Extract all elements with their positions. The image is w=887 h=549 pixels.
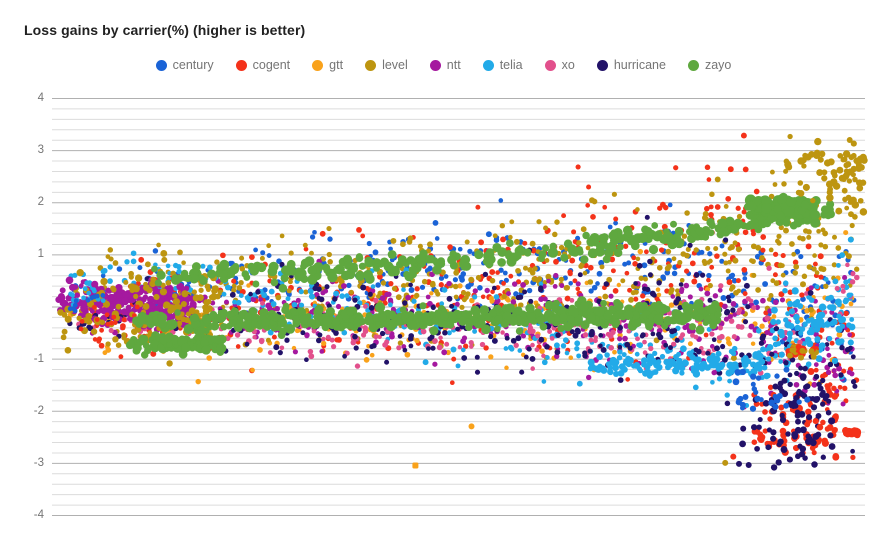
plot-area: 4 3 2 1 -1 -2 -3 -4 [0, 0, 887, 549]
chart-container: Loss gains by carrier(%) (higher is bett… [0, 0, 887, 549]
y-tick-label: 4 [37, 92, 44, 104]
y-tick-label: -1 [33, 352, 44, 365]
y-tick-label: -3 [33, 456, 44, 469]
outlier-points [412, 423, 752, 469]
y-tick-label: 2 [37, 196, 44, 209]
y-tick-label: 1 [37, 248, 44, 261]
y-tick-label: -4 [33, 509, 44, 521]
scatter-plot-canvas [52, 98, 868, 516]
y-tick-label: -2 [33, 404, 44, 417]
y-tick-label: 3 [37, 144, 44, 157]
